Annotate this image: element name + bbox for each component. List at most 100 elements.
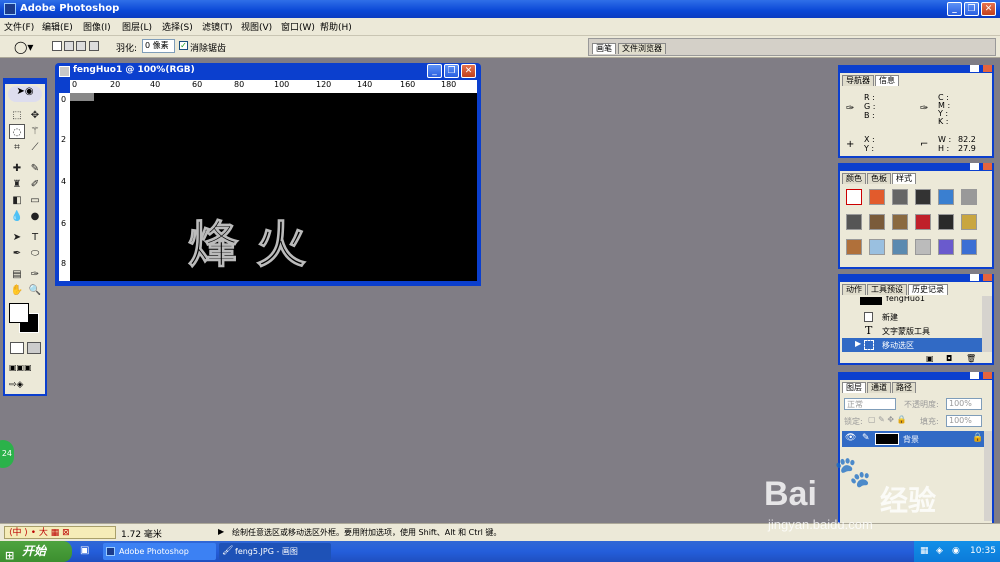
layers-scrollbar[interactable]	[984, 431, 992, 521]
tab-actions[interactable]: 动作	[842, 284, 866, 295]
tab-info[interactable]: 信息	[875, 75, 899, 86]
menu-file[interactable]: 文件(F)	[4, 20, 34, 33]
pen-tool-icon[interactable]: ✒	[9, 246, 25, 261]
image-canvas[interactable]: 烽火	[70, 93, 477, 281]
trash-icon[interactable]: 🗑	[966, 354, 976, 363]
brush-link-icon[interactable]: ✎	[862, 433, 870, 443]
menu-edit[interactable]: 编辑(E)	[42, 20, 73, 33]
panel-menu-icon[interactable]	[970, 163, 979, 170]
quick-mask-on-icon[interactable]	[27, 342, 41, 354]
feather-input[interactable]: 0 像素	[142, 39, 175, 53]
security-icon[interactable]: ◉	[952, 541, 960, 562]
tab-file-browser[interactable]: 文件浏览器	[618, 43, 666, 54]
menu-view[interactable]: 视图(V)	[241, 20, 272, 33]
fill-input[interactable]: 100%	[946, 415, 982, 427]
brush-tool-icon[interactable]: ✎	[27, 161, 43, 176]
style-swatch[interactable]	[846, 239, 862, 255]
style-swatch[interactable]	[915, 214, 931, 230]
menu-layer[interactable]: 图层(L)	[122, 20, 152, 33]
doc-minimize-button[interactable]: _	[427, 64, 442, 78]
move-tool-icon[interactable]: ✥	[27, 108, 43, 123]
style-swatch[interactable]	[938, 189, 954, 205]
style-swatch[interactable]	[892, 214, 908, 230]
new-selection-icon[interactable]	[52, 41, 62, 51]
tab-brushes[interactable]: 画笔	[592, 43, 616, 54]
tab-channels[interactable]: 通道	[867, 382, 891, 393]
lock-icons[interactable]: ▢ ✎ ✥ 🔒	[868, 415, 907, 424]
new-document-icon[interactable]: ▣	[926, 354, 934, 363]
menu-image[interactable]: 图像(I)	[83, 20, 111, 33]
history-item-selected[interactable]: ▶ 移动选区	[842, 338, 982, 352]
style-swatch[interactable]	[869, 214, 885, 230]
start-button[interactable]: ⊞ 开始	[0, 541, 72, 562]
tab-layers[interactable]: 图层	[842, 382, 866, 393]
panel-close-icon[interactable]	[983, 163, 992, 170]
zoom-level[interactable]: 1.72 毫米	[121, 527, 162, 540]
style-swatch[interactable]	[915, 239, 931, 255]
history-scrollbar[interactable]	[982, 296, 992, 352]
tab-history[interactable]: 历史记录	[908, 284, 948, 295]
style-swatch[interactable]	[892, 189, 908, 205]
panel-menu-icon[interactable]	[970, 274, 979, 281]
type-tool-icon[interactable]: T	[27, 230, 43, 245]
adobe-online-icon[interactable]: ➤◉	[8, 86, 42, 102]
close-button[interactable]: ✕	[981, 2, 996, 16]
quick-mask-off-icon[interactable]	[10, 342, 24, 354]
foreground-color[interactable]	[9, 303, 29, 323]
floating-badge[interactable]: 24	[0, 440, 14, 468]
hand-tool-icon[interactable]: ✋	[9, 283, 25, 298]
history-snapshot[interactable]: fengHuo1	[842, 296, 982, 307]
marquee-tool-icon[interactable]: ⬚	[9, 108, 25, 123]
panel-close-icon[interactable]	[983, 65, 992, 72]
slice-tool-icon[interactable]: ⟋	[27, 140, 43, 155]
style-swatch[interactable]	[846, 189, 862, 205]
eraser-tool-icon[interactable]: ◧	[9, 193, 25, 208]
doc-maximize-button[interactable]: ❐	[444, 64, 459, 78]
style-swatch[interactable]	[961, 189, 977, 205]
taskbar-item-photoshop[interactable]: Adobe Photoshop	[103, 543, 216, 560]
jump-to-imageready-icon[interactable]: ⇨◈	[9, 380, 43, 392]
history-brush-icon[interactable]: ✐	[27, 177, 43, 192]
doc-close-button[interactable]: ✕	[461, 64, 476, 78]
menu-window[interactable]: 窗口(W)	[281, 20, 315, 33]
style-swatch[interactable]	[961, 239, 977, 255]
shape-tool-icon[interactable]: ⬭	[27, 246, 43, 261]
network-icon[interactable]: ▦	[920, 541, 929, 562]
panel-close-icon[interactable]	[983, 274, 992, 281]
panel-menu-icon[interactable]	[970, 65, 979, 72]
history-item[interactable]: 新建	[842, 310, 982, 324]
layer-row-background[interactable]: 👁 ✎ 背景 🔒	[842, 431, 984, 447]
add-selection-icon[interactable]	[64, 41, 74, 51]
tab-styles[interactable]: 样式	[892, 173, 916, 184]
maximize-button[interactable]: ❐	[964, 2, 979, 16]
menu-help[interactable]: 帮助(H)	[320, 20, 352, 33]
blend-mode-select[interactable]: 正常	[844, 398, 896, 410]
style-swatch[interactable]	[938, 214, 954, 230]
opacity-input[interactable]: 100%	[946, 398, 982, 410]
style-swatch[interactable]	[869, 239, 885, 255]
screen-mode-icon[interactable]: ▣▣▣	[9, 363, 43, 373]
dodge-tool-icon[interactable]: ●	[27, 209, 43, 224]
crop-tool-icon[interactable]: ⌗	[9, 140, 25, 155]
tab-navigator[interactable]: 导航器	[842, 75, 874, 86]
blur-tool-icon[interactable]: 💧	[9, 209, 25, 224]
style-swatch[interactable]	[938, 239, 954, 255]
tab-color[interactable]: 颜色	[842, 173, 866, 184]
history-item[interactable]: T 文字蒙版工具	[842, 324, 982, 338]
style-swatch[interactable]	[961, 214, 977, 230]
zoom-tool-icon[interactable]: 🔍	[27, 283, 43, 298]
notes-tool-icon[interactable]: ▤	[9, 267, 25, 282]
panel-menu-icon[interactable]	[970, 372, 979, 379]
lasso-tool-preset-icon[interactable]: ◯▾	[14, 40, 33, 54]
path-select-icon[interactable]: ➤	[9, 230, 25, 245]
style-swatch[interactable]	[915, 189, 931, 205]
style-swatch[interactable]	[892, 239, 908, 255]
menu-select[interactable]: 选择(S)	[162, 20, 193, 33]
new-snapshot-icon[interactable]: ◘	[946, 354, 952, 363]
style-swatch[interactable]	[846, 214, 862, 230]
status-arrow-icon[interactable]: ▶	[218, 527, 224, 536]
healing-brush-icon[interactable]: ✚	[9, 161, 25, 176]
magic-wand-icon[interactable]: ⚚	[27, 124, 43, 139]
eye-icon[interactable]: 👁	[845, 433, 856, 443]
antialias-checkbox[interactable]: ✓	[179, 41, 188, 50]
